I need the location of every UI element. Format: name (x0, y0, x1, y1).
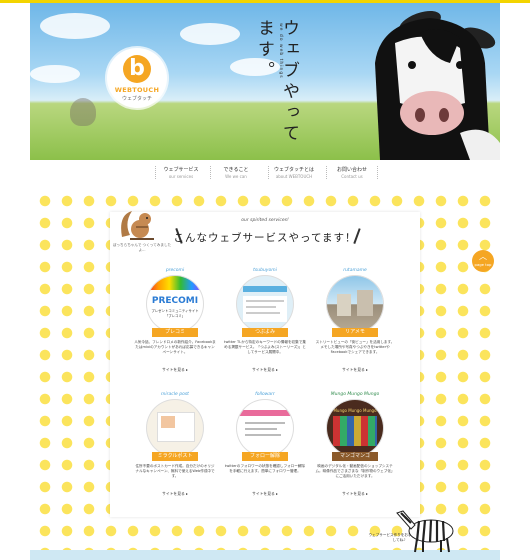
service-description: 住所不要のポストカード作成。自分だけのオリジナルなキャンペーン、無料で使えるWe… (135, 464, 215, 478)
tree-silhouette (70, 98, 96, 126)
thumb-line (245, 428, 277, 430)
service-card-tsubuyomi: tsubuyomi つぶよみ twitter TLから特定のキーワードの情報を収… (224, 268, 306, 378)
thumb-line (246, 300, 284, 302)
service-description: twitterのフォロワーの状態を確認しフォロー解除を手軽に行えます。簡単にフォ… (224, 464, 306, 473)
service-ribbon: ミラクルポスト (152, 452, 198, 461)
nav-sublabel: Contact us (341, 174, 363, 179)
squirrel-mascot-icon (121, 211, 154, 240)
page-top-button[interactable]: ︿ page top (472, 250, 494, 272)
nav-sublabel: We we can (225, 174, 247, 179)
nav-label: できること (223, 167, 249, 173)
thumb-line (246, 312, 280, 314)
service-ribbon: フォロー解除 (242, 452, 288, 461)
service-description: ストリートビューの「街ビュー」を活用します。メモした場所や写真やつぶやきをtwi… (315, 340, 395, 354)
thumb-grid (333, 416, 377, 446)
logo-name: WEBTOUCH (114, 86, 160, 94)
view-site-link[interactable]: サイトを見る ▸ (336, 491, 374, 497)
view-site-link[interactable]: サイトを見る ▸ (246, 367, 284, 373)
thumb-title: Mungo Mungo Mungo (333, 408, 377, 413)
service-name-en: Mungo Mungo Mungo (330, 392, 380, 397)
service-ribbon: マンゴマンゴ (332, 452, 378, 461)
cloud-decoration (40, 13, 110, 39)
cloud-decoration (30, 65, 80, 83)
precomi-subtitle: プレゼントコミュニティサイト「プレコミ」 (151, 309, 199, 318)
hero-tagline-en: we do web things (278, 23, 283, 79)
precomi-logo-text: PRECOMI (151, 296, 199, 306)
view-site-link[interactable]: サイトを見る ▸ (156, 491, 194, 497)
service-ribbon: プレコミ (152, 328, 198, 337)
cloud-decoration (180, 23, 240, 45)
service-thumbnail[interactable]: Mungo Mungo Mungo (327, 400, 383, 456)
service-name-en: precomi (165, 268, 185, 273)
service-card-precomi: precomi PRECOMI プレゼントコミュニティサイト「プレコミ」 プレコ… (134, 268, 216, 378)
chevron-up-icon: ︿ (479, 252, 487, 261)
service-thumbnail[interactable] (237, 400, 293, 456)
service-thumbnail[interactable]: PRECOMI プレゼントコミュニティサイト「プレコミ」 (147, 276, 203, 332)
thumb-line (245, 434, 281, 436)
page-top-label: page top (474, 262, 492, 267)
mascot-caption: ぼっちらちゃんで つくってみましたよ... (112, 243, 172, 252)
cow-illustration (375, 10, 500, 160)
thumb-header (243, 286, 287, 292)
nav-item-services[interactable]: ウェブサービス our services (155, 166, 206, 179)
service-ribbon: リアメモ (332, 328, 378, 337)
service-name-en: miracle post (161, 392, 189, 397)
thumb-building (337, 294, 351, 316)
view-site-link[interactable]: サイトを見る ▸ (336, 367, 374, 373)
service-description: twitter TLから特定のキーワードの情報を収集で集める掲載サービス。「つぶ… (224, 340, 306, 354)
rainbow-stripe (147, 276, 203, 290)
thumb-header (237, 410, 293, 416)
nav-label: ウェブタッチとは (273, 167, 314, 173)
nav-label: ウェブサービス (163, 167, 199, 173)
thumb-building (357, 290, 373, 316)
service-thumbnail[interactable] (327, 276, 383, 332)
hero-banner: b WEBTOUCH ウェブタッチ ウェブやってます。 we do web th… (30, 3, 500, 160)
service-thumbnail[interactable] (237, 276, 293, 332)
view-site-link[interactable]: サイトを見る ▸ (156, 367, 194, 373)
thumb-photo (161, 416, 175, 428)
thumb-line (246, 306, 276, 308)
logo-name-ja: ウェブタッチ (121, 96, 152, 102)
nav-item-contact[interactable]: お問い合わせ Contact us (326, 166, 378, 179)
service-name-en: rutamame (343, 268, 367, 273)
service-name-en: followarr (255, 392, 275, 397)
view-site-link[interactable]: サイトを見る ▸ (246, 491, 284, 497)
services-panel: our spirited services! こんなウェブサービスやってます！ … (110, 212, 420, 517)
nav-sublabel: our services (168, 174, 194, 179)
hero-tagline: ウェブやってます。 (254, 19, 299, 145)
service-card-rutamame: rutamame リアメモ ストリートビューの「街ビュー」を活用します。メモした… (314, 268, 396, 378)
nav-item-capabilities[interactable]: できること We we can (210, 166, 261, 179)
webtouch-logo[interactable]: b WEBTOUCH ウェブタッチ (107, 48, 167, 108)
section-heading-en: our spirited services! (241, 218, 289, 223)
logo-letter: b (123, 55, 151, 83)
nav-label: お問い合わせ (336, 167, 367, 173)
service-thumbnail[interactable] (147, 400, 203, 456)
service-ribbon: つぶよみ (242, 328, 288, 337)
nav-item-about[interactable]: ウェブタッチとは about WEBTOUCH (268, 166, 319, 179)
service-card-mungo: Mungo Mungo Mungo Mungo Mungo Mungo マンゴマ… (314, 392, 396, 502)
service-description: 映画のデジタル化・動画配信のショップシステム。映像作品でさまざまな「制作物のウェ… (315, 464, 395, 478)
service-card-followarr: followarr フォロー解除 twitterのフォロワーの状態を確認しフォロ… (224, 392, 306, 502)
service-card-miracle-post: miracle post ミラクルポスト 住所不要のポストカード作成。自分だけの… (134, 392, 216, 502)
zebra-illustration (396, 510, 454, 553)
thumb-line (245, 422, 285, 424)
global-nav: ウェブサービス our services できること We we can ウェブ… (0, 160, 530, 186)
service-name-en: tsubuyomi (253, 268, 277, 273)
service-description: 人気今話、フレンドロメの新作紹介。Facebookまたはmixiのアカウントがあ… (134, 340, 216, 354)
nav-sublabel: about WEBTOUCH (275, 174, 313, 179)
